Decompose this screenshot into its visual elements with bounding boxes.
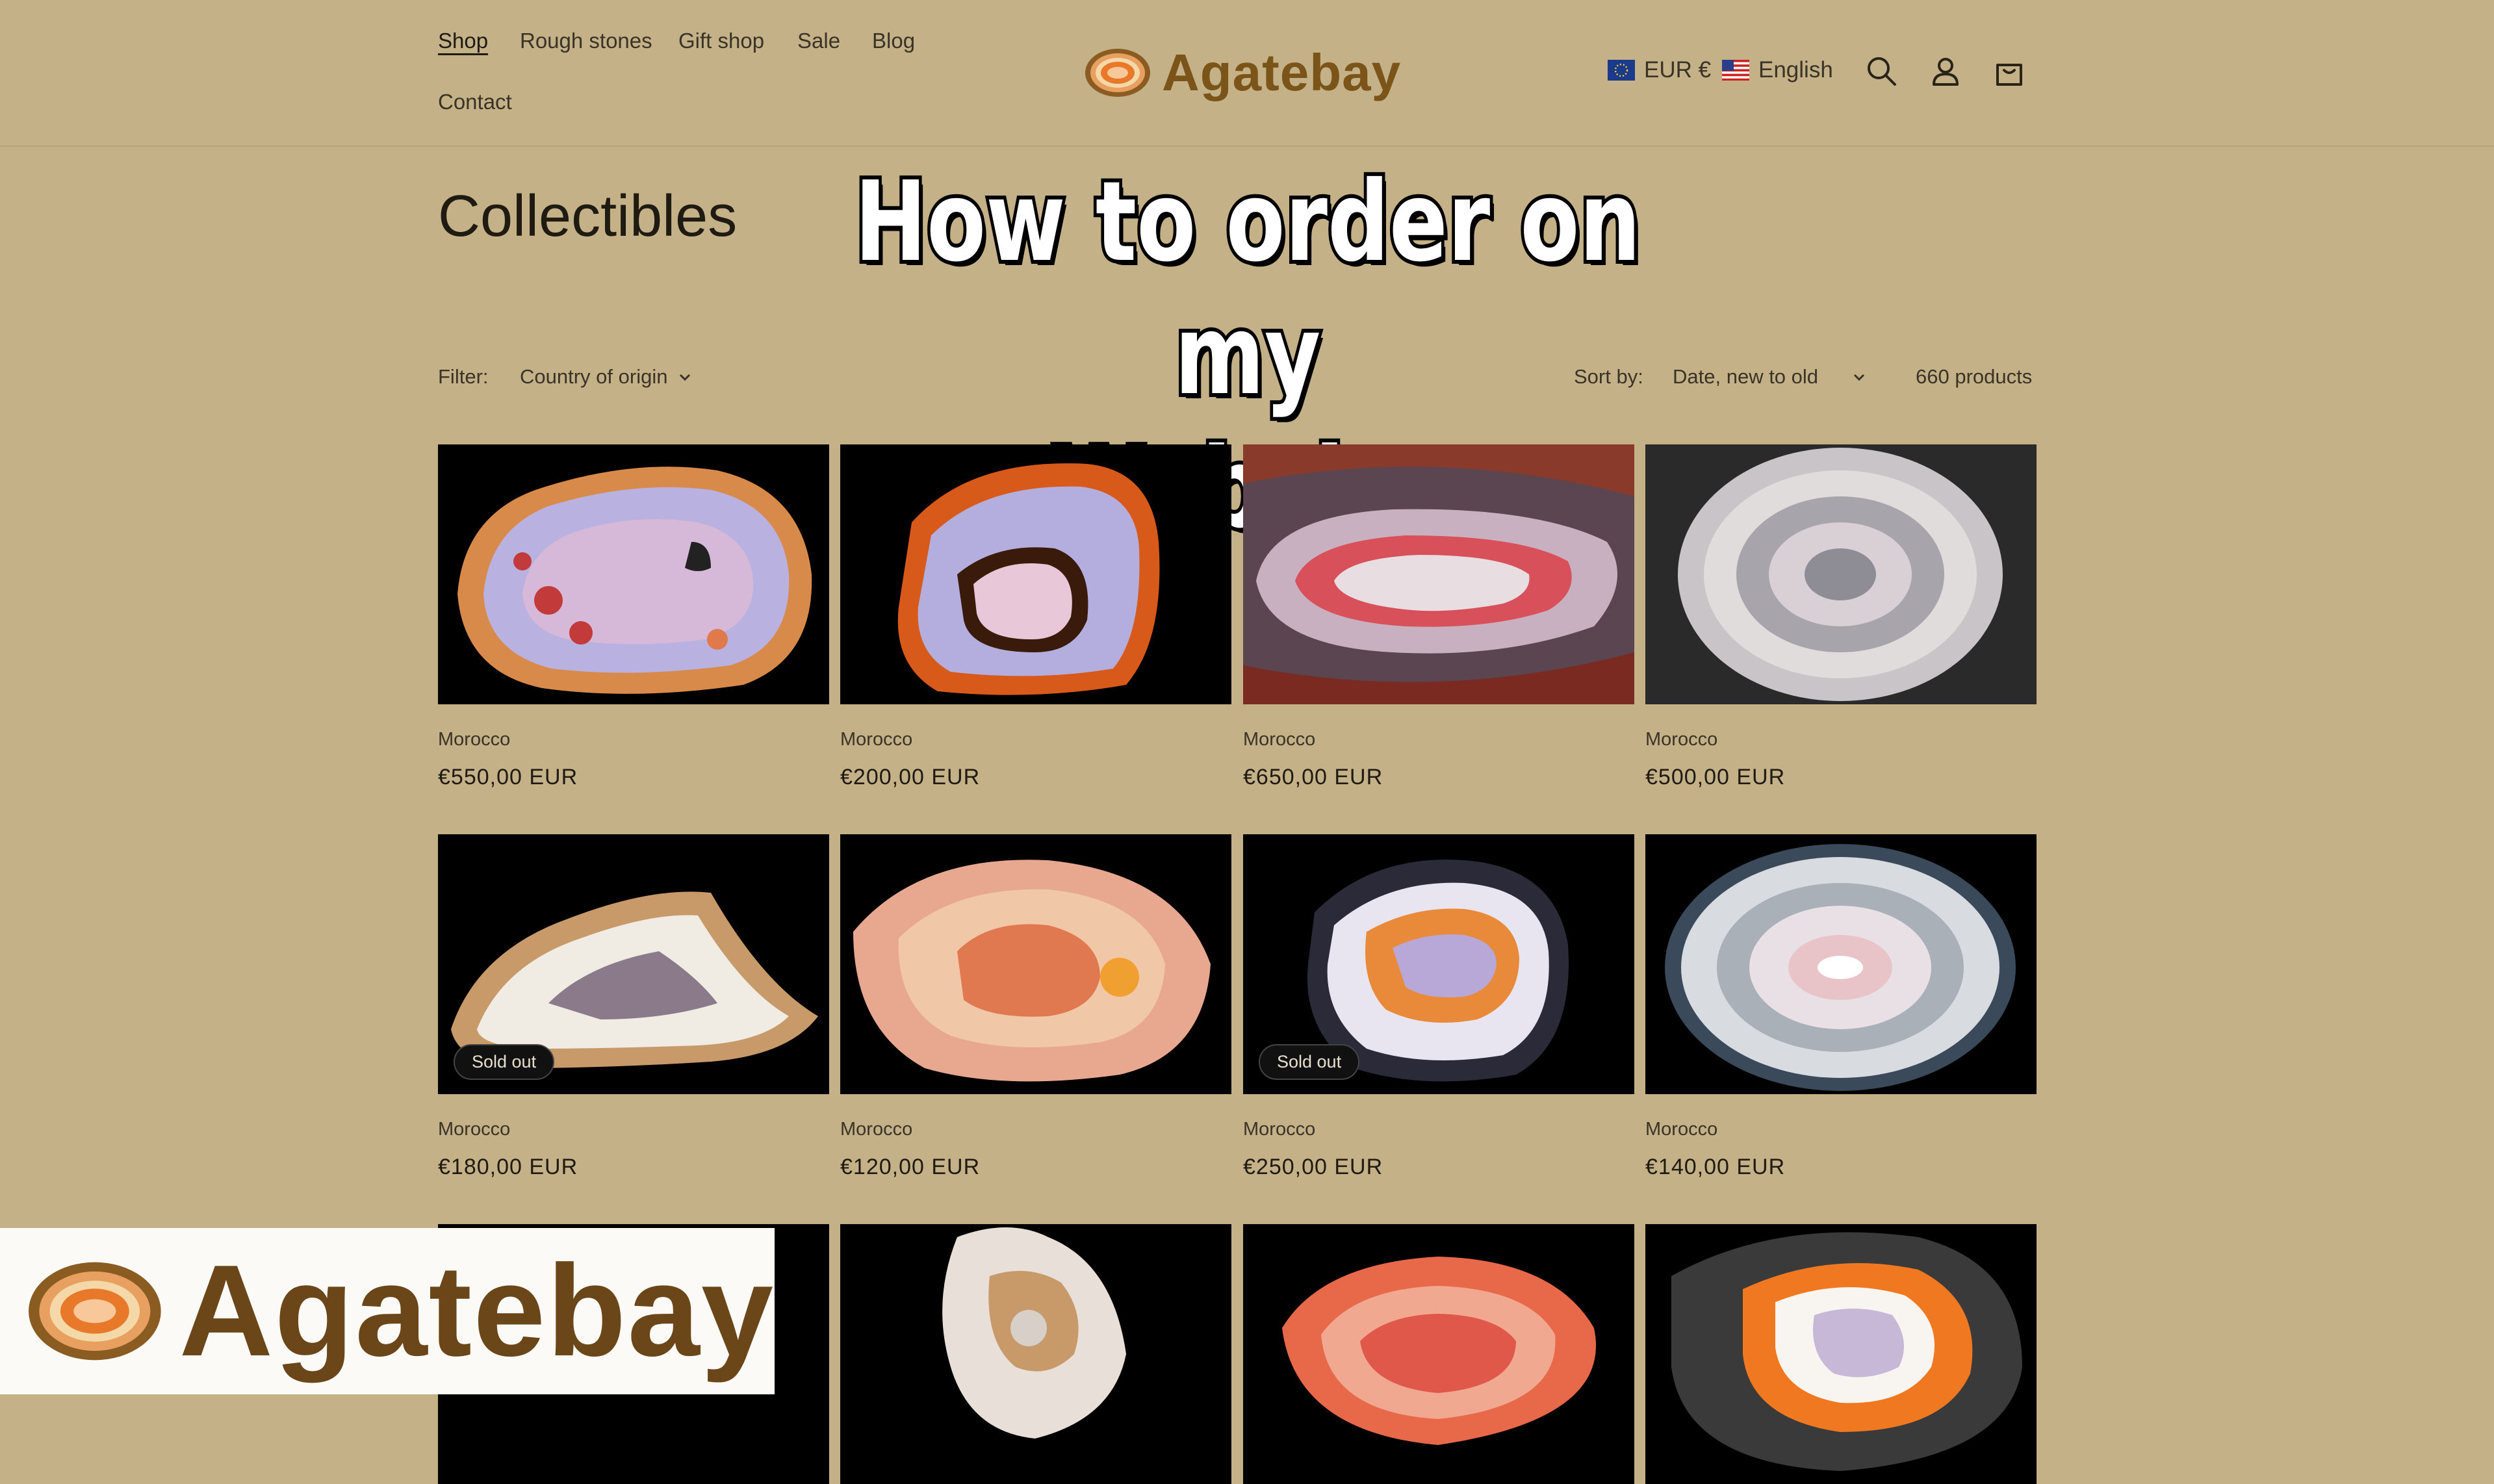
- product-price: €500,00 EUR: [1645, 765, 1786, 789]
- site-logo[interactable]: Agatebay: [1084, 39, 1401, 107]
- agate-logo-icon: [1085, 49, 1150, 97]
- product-image[interactable]: [1243, 444, 1634, 704]
- agate-photo: [1645, 444, 2037, 704]
- agate-logo-icon: [29, 1262, 161, 1361]
- product-card[interactable]: [1645, 1224, 2037, 1484]
- agate-photo: [853, 860, 1211, 1082]
- nav-contact[interactable]: Contact: [438, 90, 512, 114]
- product-card[interactable]: Morocco €200,00 EUR: [840, 444, 1231, 790]
- product-country[interactable]: Morocco: [438, 729, 829, 750]
- chevron-down-icon: [680, 374, 691, 381]
- sort-option: Date, new to old: [1673, 365, 1819, 388]
- product-card[interactable]: Morocco €650,00 EUR: [1243, 444, 1634, 790]
- product-country[interactable]: Morocco: [1243, 729, 1634, 750]
- product-price: €200,00 EUR: [840, 765, 981, 789]
- filter-label: Filter:: [438, 365, 489, 388]
- product-image[interactable]: [438, 444, 829, 704]
- product-country[interactable]: Morocco: [1645, 729, 2037, 750]
- sort-label: Sort by:: [1574, 365, 1643, 388]
- site-header: Shop Rough stones Gift shop Sale Blog Co…: [0, 0, 2494, 147]
- watermark-text: Agatebay: [179, 1238, 775, 1383]
- agate-photo: [1243, 444, 1634, 704]
- nav-sale[interactable]: Sale: [797, 29, 840, 53]
- product-country[interactable]: Morocco: [840, 1119, 1231, 1140]
- filter-option: Country of origin: [520, 365, 668, 388]
- product-price: €140,00 EUR: [1645, 1155, 1786, 1179]
- product-card[interactable]: Sold out Morocco €180,00 EUR: [438, 834, 829, 1180]
- product-image[interactable]: [840, 444, 1231, 704]
- eu-flag-icon: [1608, 60, 1635, 81]
- brand-watermark: Agatebay: [0, 1228, 775, 1394]
- nav-blog[interactable]: Blog: [872, 29, 915, 53]
- agate-photo: [1665, 844, 2016, 1091]
- product-price: €650,00 EUR: [1243, 765, 1383, 789]
- product-country[interactable]: Morocco: [1243, 1119, 1634, 1140]
- language-selector[interactable]: English: [1722, 57, 1833, 83]
- product-image[interactable]: [1645, 834, 2037, 1094]
- logo-text: Agatebay: [1162, 44, 1402, 101]
- nav-gift-shop[interactable]: Gift shop: [678, 29, 764, 53]
- product-card[interactable]: [1243, 1224, 1634, 1484]
- page-title: Collectibles: [438, 184, 738, 249]
- product-price: €120,00 EUR: [840, 1155, 981, 1179]
- product-price: €550,00 EUR: [438, 765, 578, 789]
- product-card[interactable]: Morocco €120,00 EUR: [840, 834, 1231, 1180]
- agate-photo: [457, 467, 812, 694]
- product-card[interactable]: Sold out Morocco €250,00 EUR: [1243, 834, 1634, 1180]
- sold-out-badge: Sold out: [1259, 1044, 1360, 1080]
- product-image[interactable]: [1243, 1224, 1634, 1484]
- agate-photo: [942, 1227, 1126, 1439]
- filter-country-dropdown[interactable]: Country of origin: [520, 365, 692, 389]
- product-card[interactable]: Morocco €500,00 EUR: [1645, 444, 2037, 790]
- language-label: English: [1758, 57, 1833, 83]
- nav-rough-stones[interactable]: Rough stones: [520, 29, 652, 53]
- product-country[interactable]: Morocco: [438, 1119, 829, 1140]
- chevron-down-icon: [1853, 374, 1865, 381]
- sold-out-badge: Sold out: [454, 1044, 555, 1080]
- currency-label: EUR €: [1644, 57, 1712, 83]
- agate-photo: [1671, 1232, 2022, 1471]
- product-image[interactable]: Sold out: [1243, 834, 1634, 1094]
- product-country[interactable]: Morocco: [840, 729, 1231, 750]
- nav-shop[interactable]: Shop: [438, 29, 488, 53]
- product-country[interactable]: Morocco: [1645, 1119, 2037, 1140]
- product-price: €250,00 EUR: [1243, 1155, 1383, 1179]
- product-image[interactable]: [1645, 444, 2037, 704]
- product-image[interactable]: Sold out: [438, 834, 829, 1094]
- product-card[interactable]: Morocco €550,00 EUR: [438, 444, 829, 790]
- product-count: 660 products: [1916, 365, 2033, 388]
- currency-selector[interactable]: EUR €: [1608, 57, 1711, 83]
- product-image[interactable]: [840, 1224, 1231, 1484]
- product-price: €180,00 EUR: [438, 1155, 578, 1179]
- agate-photo: [897, 463, 1160, 695]
- product-card[interactable]: [840, 1224, 1231, 1484]
- agate-photo: [1282, 1257, 1596, 1445]
- sort-dropdown[interactable]: Date, new to old: [1673, 365, 1866, 389]
- us-flag-icon: [1722, 60, 1749, 81]
- product-card[interactable]: Morocco €140,00 EUR: [1645, 834, 2037, 1180]
- account-icon[interactable]: [1927, 53, 1964, 90]
- product-image[interactable]: [840, 834, 1231, 1094]
- product-image[interactable]: [1645, 1224, 2037, 1484]
- cart-icon[interactable]: [1991, 53, 2027, 90]
- search-icon[interactable]: [1864, 53, 1900, 90]
